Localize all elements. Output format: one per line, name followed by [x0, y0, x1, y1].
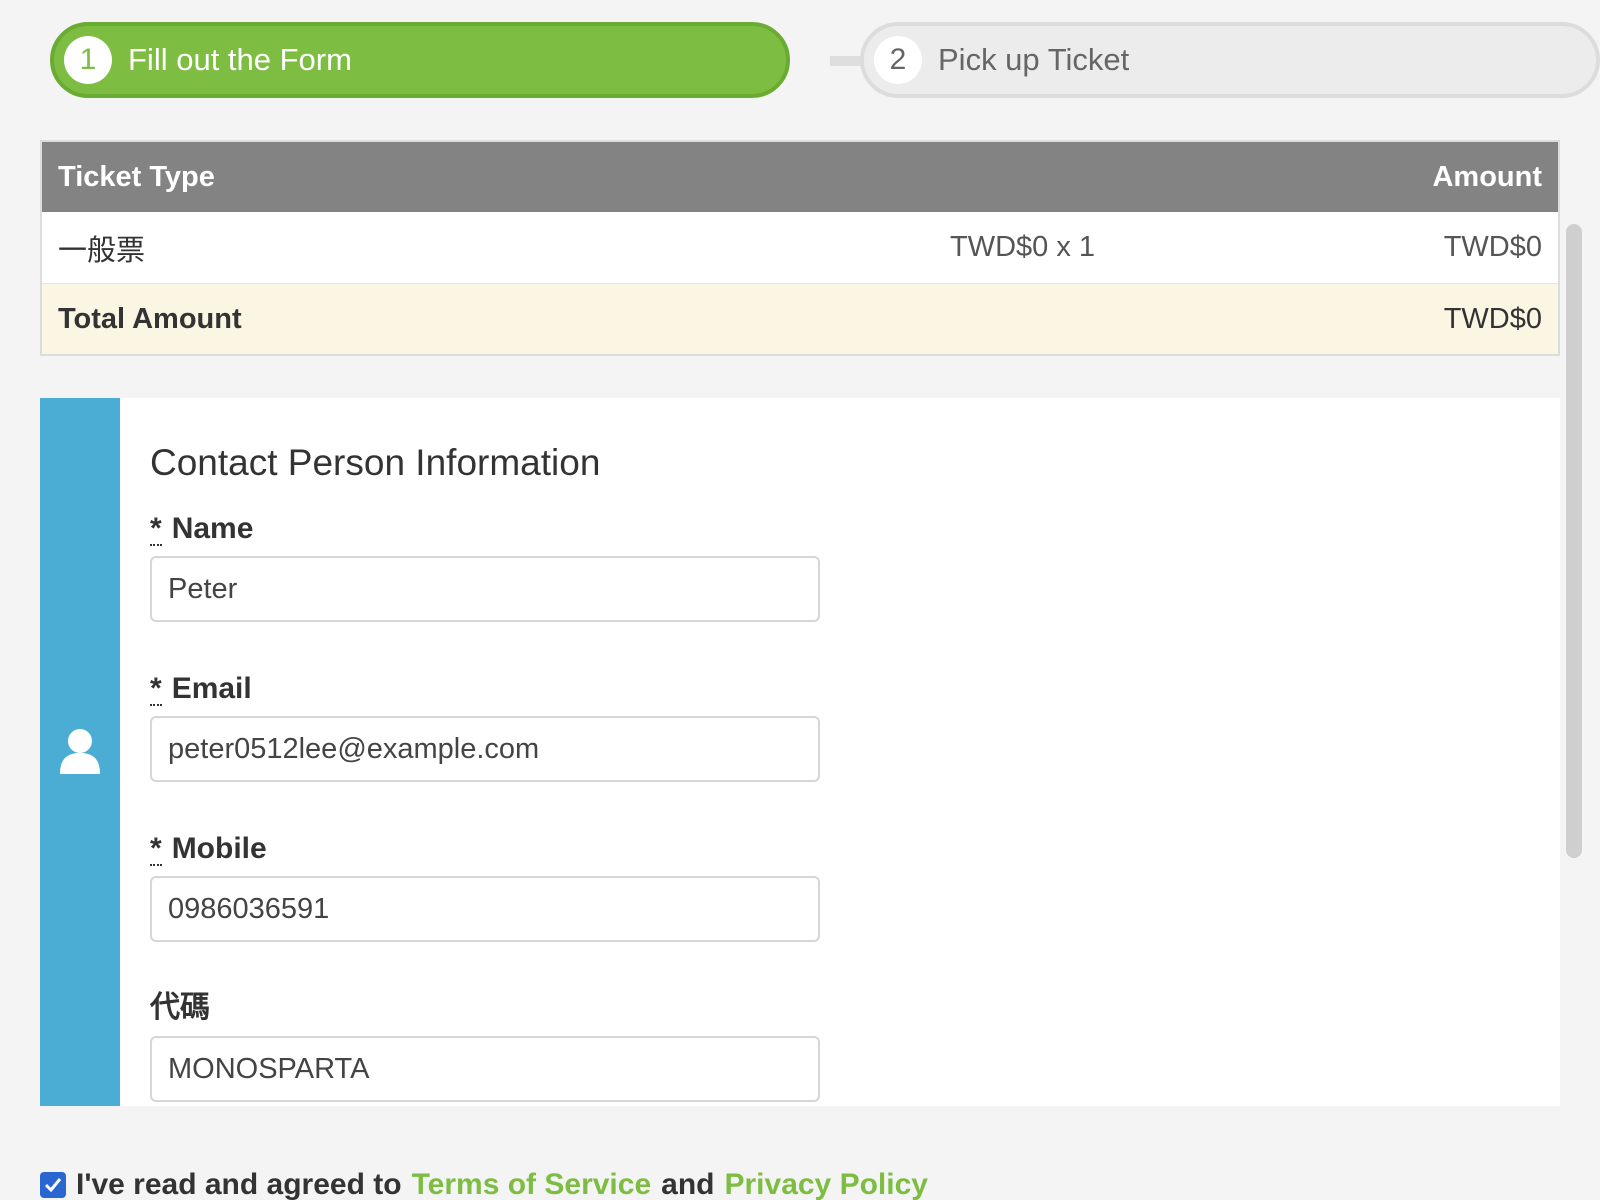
- step-2-number: 2: [874, 36, 922, 84]
- step-1-label: Fill out the Form: [128, 42, 352, 77]
- mobile-label: Mobile: [171, 832, 267, 865]
- scrollbar-thumb[interactable]: [1566, 224, 1582, 858]
- contact-title: Contact Person Information: [150, 442, 601, 483]
- email-field-group: * Email: [150, 666, 1530, 782]
- privacy-link[interactable]: Privacy Policy: [724, 1168, 927, 1200]
- ticket-qty-cell: TWD$0 x 1: [950, 231, 1096, 263]
- required-mark: *: [150, 512, 162, 546]
- agreement-row: I've read and agreed to Terms of Service…: [40, 1168, 938, 1200]
- ticket-amount-cell: TWD$0: [1443, 231, 1542, 263]
- code-label: 代碼: [150, 991, 210, 1024]
- mobile-field-group: * Mobile: [150, 826, 1530, 942]
- total-value: TWD$0: [1443, 302, 1542, 335]
- ticket-type-cell: 一般票: [58, 234, 146, 267]
- mobile-input[interactable]: [150, 876, 820, 942]
- required-mark: *: [150, 672, 162, 706]
- mobile-label-row: * Mobile: [150, 826, 1530, 866]
- ticket-table-header: Ticket Type Amount: [42, 142, 1558, 212]
- step-fill-form: 1 Fill out the Form: [50, 22, 790, 98]
- step-1-number: 1: [64, 36, 112, 84]
- code-label-row: 代碼: [150, 986, 1530, 1026]
- table-row: 一般票 TWD$0 x 1 TWD$0: [42, 212, 1558, 284]
- agreement-conj: and: [661, 1168, 715, 1200]
- step-2-label: Pick up Ticket: [938, 42, 1130, 77]
- user-icon: [60, 729, 100, 774]
- ticket-table: Ticket Type Amount 一般票 TWD$0 x 1 TWD$0 T…: [40, 140, 1560, 356]
- name-input[interactable]: [150, 556, 820, 622]
- name-label: Name: [171, 512, 254, 545]
- name-label-row: * Name: [150, 506, 1530, 546]
- check-icon: [44, 1178, 62, 1193]
- contact-panel: Contact Person Information * Name * Emai…: [40, 398, 1560, 1106]
- contact-form: Contact Person Information * Name * Emai…: [120, 398, 1560, 1106]
- terms-link[interactable]: Terms of Service: [412, 1168, 652, 1200]
- page: 1 Fill out the Form 2 Pick up Ticket Tic…: [0, 0, 1600, 1200]
- code-field-group: 代碼: [150, 986, 1530, 1102]
- header-amount: Amount: [1432, 160, 1542, 193]
- total-row: Total Amount TWD$0: [42, 284, 1558, 354]
- required-mark: *: [150, 832, 162, 866]
- agree-checkbox[interactable]: [40, 1172, 66, 1198]
- contact-side-bar: [40, 398, 120, 1106]
- total-label: Total Amount: [58, 302, 242, 335]
- step-progress: 1 Fill out the Form 2 Pick up Ticket: [50, 22, 1600, 98]
- step-pick-up: 2 Pick up Ticket: [860, 22, 1600, 98]
- code-input[interactable]: [150, 1036, 820, 1102]
- email-label: Email: [171, 672, 252, 705]
- email-input[interactable]: [150, 716, 820, 782]
- email-label-row: * Email: [150, 666, 1530, 706]
- header-ticket-type: Ticket Type: [58, 160, 215, 193]
- agreement-prefix: I've read and agreed to: [76, 1168, 402, 1200]
- name-field-group: * Name: [150, 506, 1530, 622]
